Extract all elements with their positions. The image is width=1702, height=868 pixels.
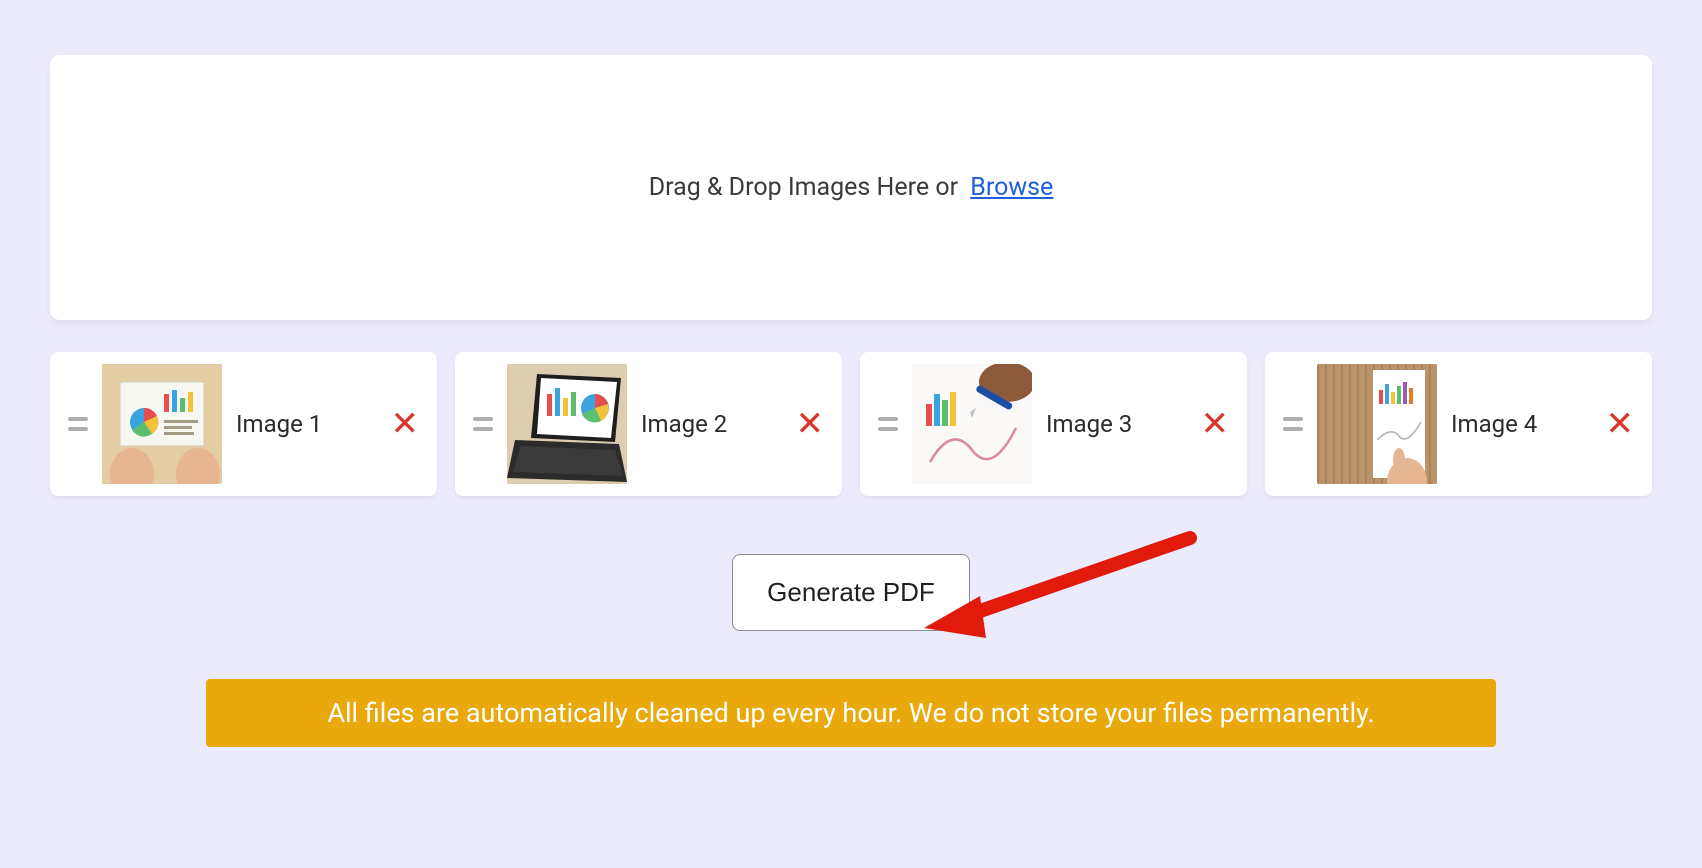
image-thumbnail — [912, 364, 1032, 484]
image-card: Image 3 ✕ — [860, 352, 1247, 496]
close-icon: ✕ — [796, 404, 825, 444]
drag-handle-icon[interactable] — [473, 417, 493, 431]
image-label: Image 2 — [641, 410, 782, 439]
drag-handle-icon[interactable] — [1283, 417, 1303, 431]
remove-button[interactable]: ✕ — [1606, 407, 1635, 441]
close-icon: ✕ — [391, 404, 420, 444]
image-label: Image 3 — [1046, 410, 1187, 439]
image-thumbnail — [102, 364, 222, 484]
image-label: Image 1 — [236, 410, 377, 439]
close-icon: ✕ — [1606, 404, 1635, 444]
drag-handle-icon[interactable] — [68, 417, 88, 431]
remove-button[interactable]: ✕ — [796, 407, 825, 441]
image-card: Image 2 ✕ — [455, 352, 842, 496]
dropzone-text: Drag & Drop Images Here or Browse — [649, 173, 1054, 202]
image-label: Image 4 — [1451, 410, 1592, 439]
generate-row: Generate PDF — [50, 554, 1652, 631]
close-icon: ✕ — [1201, 404, 1230, 444]
image-card: Image 1 ✕ — [50, 352, 437, 496]
dropzone[interactable]: Drag & Drop Images Here or Browse — [50, 55, 1652, 320]
browse-link[interactable]: Browse — [970, 173, 1053, 202]
notice-banner: All files are automatically cleaned up e… — [206, 679, 1496, 747]
generate-pdf-button[interactable]: Generate PDF — [732, 554, 970, 631]
image-list: Image 1 ✕ — [50, 352, 1652, 496]
remove-button[interactable]: ✕ — [1201, 407, 1230, 441]
remove-button[interactable]: ✕ — [391, 407, 420, 441]
image-thumbnail — [507, 364, 627, 484]
dropzone-label: Drag & Drop Images Here or — [649, 173, 958, 202]
image-thumbnail — [1317, 364, 1437, 484]
image-card: Image 4 ✕ — [1265, 352, 1652, 496]
drag-handle-icon[interactable] — [878, 417, 898, 431]
